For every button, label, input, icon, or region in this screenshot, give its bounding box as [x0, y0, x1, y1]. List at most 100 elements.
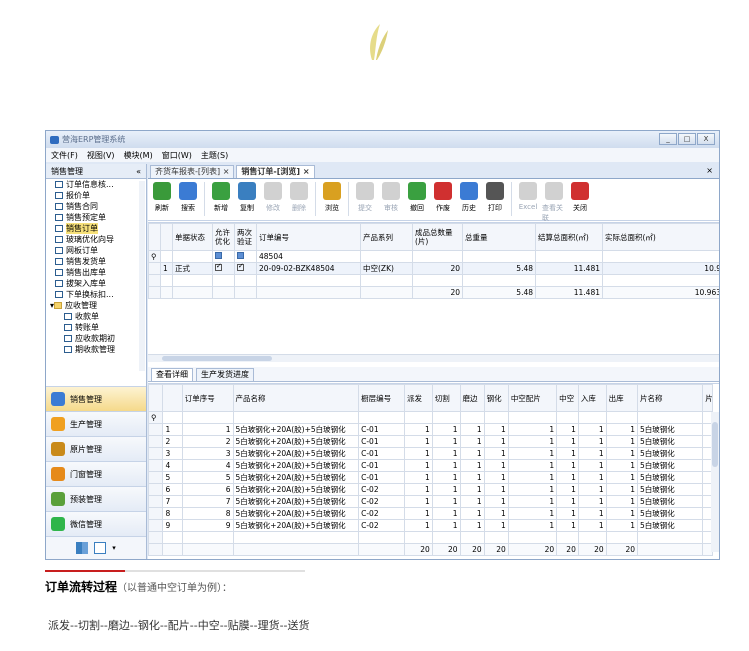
toolbar-button[interactable]: 刷新	[150, 182, 174, 213]
toolbar-button[interactable]: 作废	[431, 182, 455, 213]
tree-item[interactable]: 销售合同	[55, 201, 146, 212]
nav-button[interactable]: 生产管理	[46, 411, 146, 436]
toolbar-button[interactable]: 复制	[235, 182, 259, 213]
tree-item[interactable]: 报价单	[55, 190, 146, 201]
tree-scrollbar[interactable]	[139, 181, 145, 371]
detail-column-header[interactable]: 产品名称	[232, 384, 360, 412]
toolbar-button[interactable]: 关闭	[568, 182, 592, 213]
toolbar-button[interactable]: 提交	[353, 182, 377, 213]
verify-checkbox[interactable]	[237, 264, 244, 271]
menu-module[interactable]: 模块(M)	[124, 150, 153, 161]
tree-item[interactable]: 玻璃优化向导	[55, 234, 146, 245]
detail-column-header[interactable]: 钢化	[483, 384, 509, 412]
filter-verify[interactable]	[237, 252, 244, 259]
nav-button[interactable]: 微信管理	[46, 511, 146, 536]
tree-item[interactable]: 期收款管理	[55, 344, 146, 355]
tree-item[interactable]: ▾ 应收管理	[50, 300, 146, 311]
table-row[interactable]: 1 1 5白玻钢化+20A(胶)+5白玻钢化 C-01 1 1 1 1 1 1 1 1 5白玻钢化	[147, 423, 713, 436]
col-settle-area[interactable]: 结算总面积(㎡)	[535, 223, 603, 251]
tree-item[interactable]: 销售订单	[55, 223, 146, 234]
maximize-button[interactable]: □	[678, 133, 696, 145]
tab-report-close[interactable]: ×	[223, 167, 230, 176]
toolbar-button[interactable]: 撤回	[405, 182, 429, 213]
tree-item[interactable]: 拔架入库单	[55, 278, 146, 289]
tree-item[interactable]: 销售预定单	[55, 212, 146, 223]
col-qty[interactable]: 成品总数量(片)	[412, 223, 463, 251]
col-verify[interactable]: 两次验证	[234, 223, 257, 251]
tree-item[interactable]: 销售发货单	[55, 256, 146, 267]
detail-column-header[interactable]: 片	[702, 384, 713, 412]
tree-item[interactable]: 网板订单	[55, 245, 146, 256]
toolbar-button[interactable]: 查看关联	[542, 182, 566, 223]
menu-view[interactable]: 视图(V)	[87, 150, 115, 161]
grid-view-icon[interactable]	[76, 541, 89, 554]
detail-column-header[interactable]: 中空配片	[507, 384, 558, 412]
detail-column-header[interactable]: 磨边	[459, 384, 485, 412]
toolbar-button[interactable]: 新增	[209, 182, 233, 213]
nav-button[interactable]: 预装管理	[46, 486, 146, 511]
detail-column-header[interactable]: 入库	[577, 384, 607, 412]
col-weight[interactable]: 总重量	[462, 223, 536, 251]
close-all-tabs-button[interactable]: ×	[706, 166, 713, 175]
table-row[interactable]: 8 8 5白玻钢化+20A(胶)+5白玻钢化 C-02 1 1 1 1 1 1 1 1 5白玻钢化	[147, 507, 713, 520]
table-row[interactable]: 2 2 5白玻钢化+20A(胶)+5白玻钢化 C-01 1 1 1 1 1 1 1 1 5白玻钢化	[147, 435, 713, 448]
detail-filter-row[interactable]: ⚲	[147, 411, 713, 424]
more-nav-icon[interactable]: ▾	[112, 544, 116, 552]
tab-production-progress[interactable]: 生产发货进度	[196, 368, 254, 381]
toolbar-button[interactable]: 浏览	[320, 182, 344, 213]
tree-item[interactable]: 下单换标扣...	[55, 289, 146, 300]
order-grid-hscroll[interactable]	[148, 354, 719, 362]
filter-row[interactable]: ⚲ 48504	[148, 250, 719, 263]
col-actual-area[interactable]: 实际总面积(㎡)	[602, 223, 719, 251]
col-status[interactable]: 单据状态	[172, 223, 213, 251]
detail-column-header[interactable]: 派发	[404, 384, 433, 412]
toolbar-button[interactable]: Excel	[516, 182, 540, 211]
edit-view-icon[interactable]	[94, 541, 107, 554]
detail-column-header[interactable]: 片名称	[636, 384, 704, 412]
table-row[interactable]: 7 7 5白玻钢化+20A(胶)+5白玻钢化 C-02 1 1 1 1 1 1 1 1 5白玻钢化	[147, 495, 713, 508]
toolbar-button[interactable]: 搜索	[176, 182, 200, 213]
table-row[interactable]: 4 4 5白玻钢化+20A(胶)+5白玻钢化 C-01 1 1 1 1 1 1 1 1 5白玻钢化	[147, 459, 713, 472]
toolbar-button[interactable]: 历史	[457, 182, 481, 213]
table-row[interactable]: 5 5 5白玻钢化+20A(胶)+5白玻钢化 C-01 1 1 1 1 1 1 1 1 5白玻钢化	[147, 471, 713, 484]
toolbar-button[interactable]: 审核	[379, 182, 403, 213]
table-row[interactable]: 6 6 5白玻钢化+20A(胶)+5白玻钢化 C-02 1 1 1 1 1 1 1 1 5白玻钢化	[147, 483, 713, 496]
detail-column-header[interactable]: 中空	[556, 384, 579, 412]
nav-button[interactable]: 销售管理	[46, 386, 146, 411]
detail-column-header[interactable]: 橱层编号	[358, 384, 405, 412]
collapse-button[interactable]: «	[136, 167, 141, 176]
nav-button[interactable]: 门窗管理	[46, 461, 146, 486]
toolbar-button[interactable]: 修改	[261, 182, 285, 213]
table-row[interactable]: 1 正式 20-09-02-BZK48504 中空(ZK) 20 5.48 11…	[148, 262, 719, 275]
tab-sales-order-close[interactable]: ×	[303, 167, 310, 176]
tab-view-detail[interactable]: 查看详细	[151, 368, 193, 381]
nav-button[interactable]: 原片管理	[46, 436, 146, 461]
tab-sales-order[interactable]: 销售订单-[浏览] ×	[236, 165, 315, 178]
detail-column-header[interactable]: 切割	[431, 384, 461, 412]
tree-item[interactable]: 订单信息核...	[55, 179, 146, 190]
tree-item[interactable]: 收款单	[55, 311, 146, 322]
filter-allow-opt[interactable]	[215, 252, 222, 259]
close-window-button[interactable]: X	[697, 133, 715, 145]
toolbar-button[interactable]: 删除	[287, 182, 311, 213]
tree-item[interactable]: 应收款期初	[55, 333, 146, 344]
detail-column-header[interactable]: 订单序号	[181, 384, 234, 412]
toolbar-button[interactable]: 打印	[483, 182, 507, 213]
table-row[interactable]: 9 9 5白玻钢化+20A(胶)+5白玻钢化 C-02 1 1 1 1 1 1 1 1 5白玻钢化	[147, 519, 713, 532]
table-row[interactable]: 3 3 5白玻钢化+20A(胶)+5白玻钢化 C-01 1 1 1 1 1 1 1 1 5白玻钢化	[147, 447, 713, 460]
detail-grid-vscroll[interactable]	[711, 412, 719, 552]
col-order-no[interactable]: 订单编号	[256, 223, 361, 251]
menu-file[interactable]: 文件(F)	[51, 150, 78, 161]
col-series[interactable]: 产品系列	[360, 223, 413, 251]
detail-column-header[interactable]: 出库	[605, 384, 639, 412]
col-allow-opt[interactable]: 允许优化	[212, 223, 235, 251]
tree-item[interactable]: 销售出库单	[55, 267, 146, 278]
allow-opt-checkbox[interactable]	[215, 264, 222, 271]
filter-order-no[interactable]: 48504	[256, 250, 361, 263]
menu-theme[interactable]: 主题(S)	[201, 150, 228, 161]
tree-item[interactable]: 转账单	[55, 322, 146, 333]
tab-report[interactable]: 齐货车报表-[列表] ×	[150, 165, 235, 178]
toolbar-separator	[315, 182, 316, 216]
menu-window[interactable]: 窗口(W)	[162, 150, 192, 161]
minimize-button[interactable]: _	[659, 133, 677, 145]
